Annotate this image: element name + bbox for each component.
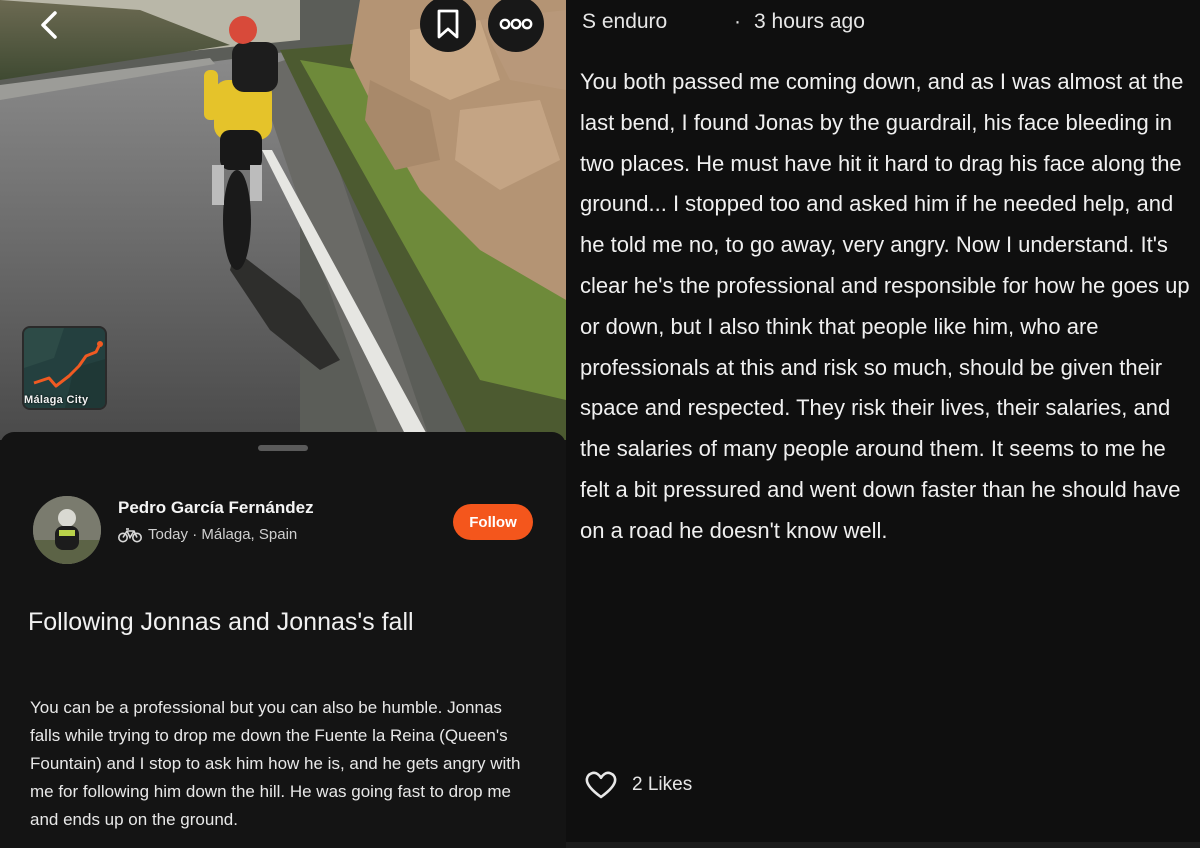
post-meta: Today · Málaga, Spain [118, 526, 297, 543]
avatar-image [33, 496, 101, 564]
comment-timestamp: 3 hours ago [754, 10, 865, 33]
bottom-divider [566, 842, 1200, 848]
back-button[interactable] [24, 2, 74, 48]
more-dots-icon [499, 18, 533, 30]
author-avatar[interactable] [33, 496, 101, 564]
post-title: Following Jonnas and Jonnas's fall [28, 608, 414, 636]
post-description: You can be a professional but you can al… [30, 698, 521, 829]
post-sheet: Pedro García Fernández Today · Málaga, S… [0, 432, 566, 848]
bookmark-icon [437, 9, 459, 39]
map-location-label: Málaga City [24, 394, 89, 406]
chevron-left-icon [41, 11, 57, 39]
route-map-thumbnail[interactable]: Málaga City [22, 326, 107, 410]
follow-button[interactable]: Follow [453, 504, 533, 540]
post-meta-text: Today · Málaga, Spain [148, 526, 298, 543]
comment-separator: · [734, 10, 741, 33]
heart-icon[interactable] [584, 770, 618, 800]
author-name[interactable]: Pedro García Fernández [118, 498, 314, 518]
comment-panel: S enduro · 3 hours ago You both passed m… [566, 0, 1200, 848]
likes-count[interactable]: 2 Likes [632, 774, 692, 796]
activity-panel: Málaga City Pedro García Fernández Today… [0, 0, 566, 848]
comment-author[interactable]: S enduro [582, 10, 667, 34]
bicycle-icon [118, 527, 142, 542]
sheet-drag-handle[interactable] [258, 445, 308, 451]
comment-text: You both passed me coming down, and as I… [580, 69, 1190, 543]
like-row: 2 Likes [584, 770, 692, 800]
